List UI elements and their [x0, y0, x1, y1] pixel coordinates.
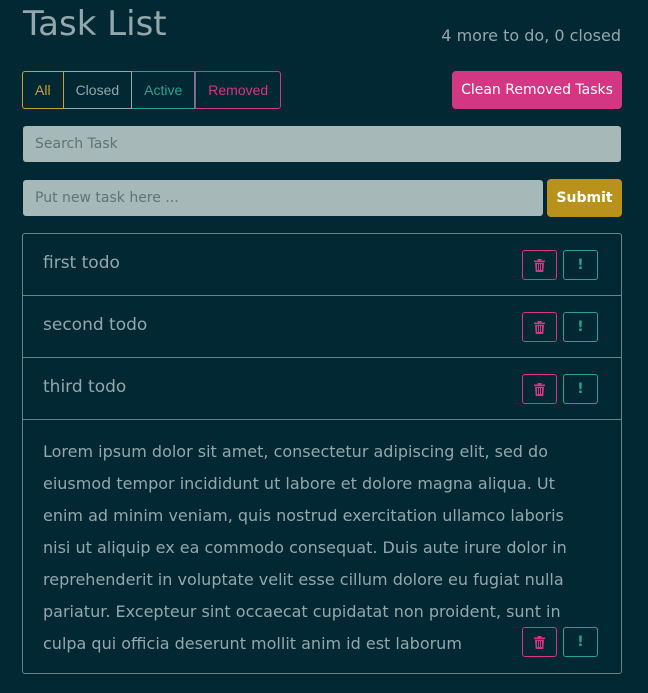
task-item: third todo ! [23, 358, 621, 420]
clean-removed-tasks-button[interactable]: Clean Removed Tasks [452, 71, 622, 109]
exclamation-icon: ! [577, 634, 584, 650]
trash-icon [534, 320, 545, 334]
filter-active-button[interactable]: Active [132, 71, 196, 109]
task-item: first todo ! [23, 234, 621, 296]
task-text: third todo [43, 377, 127, 397]
delete-task-button[interactable] [522, 374, 557, 404]
task-list: first todo ! second todo ! third todo ! … [22, 233, 622, 674]
task-actions: ! [522, 627, 598, 657]
exclamation-icon: ! [577, 257, 584, 273]
search-input[interactable] [23, 126, 621, 162]
trash-icon [534, 382, 545, 396]
delete-task-button[interactable] [522, 312, 557, 342]
task-summary: 4 more to do, 0 closed [441, 26, 621, 45]
trash-icon [534, 258, 545, 272]
flag-task-button[interactable]: ! [563, 312, 598, 342]
filter-removed-button[interactable]: Removed [195, 71, 282, 109]
task-item: second todo ! [23, 296, 621, 358]
task-actions: ! [522, 250, 598, 280]
delete-task-button[interactable] [522, 627, 557, 657]
page-title: Task List [23, 4, 167, 44]
exclamation-icon: ! [577, 381, 584, 397]
flag-task-button[interactable]: ! [563, 627, 598, 657]
trash-icon [534, 635, 545, 649]
task-text: Lorem ipsum dolor sit amet, consectetur … [43, 442, 567, 653]
task-text: first todo [43, 253, 120, 273]
filter-group: All Closed Active Removed [22, 71, 282, 109]
task-item: Lorem ipsum dolor sit amet, consectetur … [23, 420, 621, 673]
submit-button[interactable]: Submit [547, 179, 622, 217]
flag-task-button[interactable]: ! [563, 250, 598, 280]
task-list-page: Task List 4 more to do, 0 closed All Clo… [0, 0, 648, 693]
filter-closed-button[interactable]: Closed [63, 71, 133, 109]
exclamation-icon: ! [577, 319, 584, 335]
filter-all-button[interactable]: All [22, 71, 64, 109]
delete-task-button[interactable] [522, 250, 557, 280]
new-task-input[interactable] [23, 180, 543, 216]
task-actions: ! [522, 374, 598, 404]
flag-task-button[interactable]: ! [563, 374, 598, 404]
task-actions: ! [522, 312, 598, 342]
task-text: second todo [43, 315, 148, 335]
